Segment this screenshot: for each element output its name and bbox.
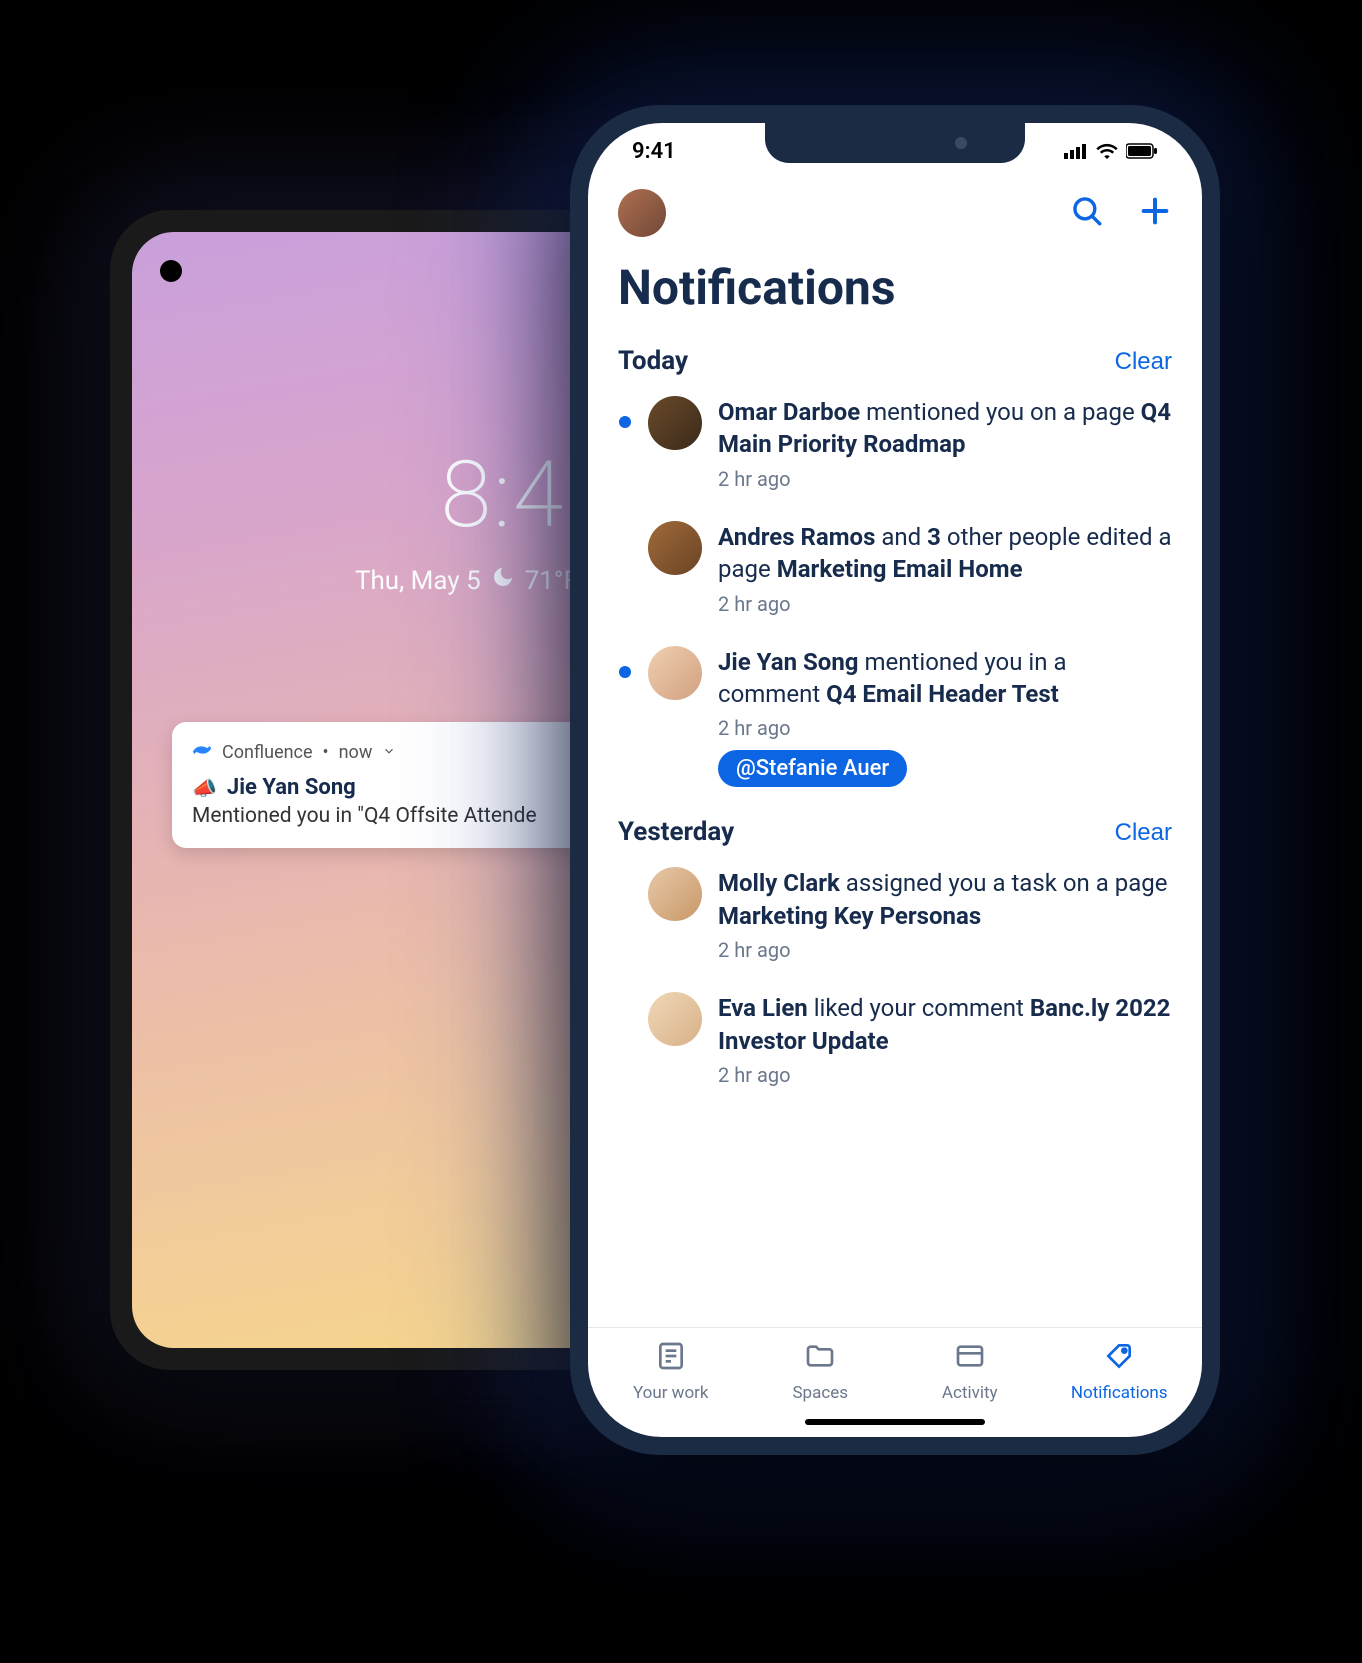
tag-icon bbox=[1103, 1340, 1135, 1377]
cellular-signal-icon bbox=[1064, 143, 1088, 159]
push-title: Jie Yan Song bbox=[227, 775, 356, 800]
tab-activity[interactable]: Activity bbox=[895, 1340, 1045, 1403]
lockscreen-date: Thu, May 5 bbox=[355, 566, 481, 596]
chevron-down-icon bbox=[382, 742, 396, 763]
clear-yesterday-button[interactable]: Clear bbox=[1115, 819, 1172, 847]
notification-item[interactable]: Jie Yan Song mentioned you in a comment … bbox=[618, 646, 1172, 788]
notification-time: 2 hr ago bbox=[718, 467, 1172, 491]
notification-item[interactable]: Eva Lien liked your comment Banc.ly 2022… bbox=[618, 992, 1172, 1087]
battery-icon bbox=[1126, 143, 1158, 159]
notification-text: Jie Yan Song mentioned you in a comment … bbox=[718, 646, 1172, 711]
avatar bbox=[648, 867, 702, 921]
megaphone-icon: 📣 bbox=[192, 776, 217, 800]
mention-pill[interactable]: @Stefanie Auer bbox=[718, 750, 907, 787]
notification-target: Marketing Key Personas bbox=[718, 902, 981, 930]
create-plus-icon[interactable] bbox=[1138, 194, 1172, 232]
notification-target: Q4 Email Header Test bbox=[826, 680, 1059, 708]
tab-label: Activity bbox=[942, 1383, 998, 1403]
notification-actor: Omar Darboe bbox=[718, 398, 860, 426]
tab-spaces[interactable]: Spaces bbox=[746, 1340, 896, 1403]
browser-icon bbox=[954, 1340, 986, 1377]
notification-text: Eva Lien liked your comment Banc.ly 2022… bbox=[718, 992, 1172, 1057]
notification-mid: mentioned you on a page bbox=[860, 398, 1140, 426]
page-title: Notifications bbox=[588, 245, 1202, 340]
home-indicator[interactable] bbox=[805, 1419, 985, 1425]
search-icon[interactable] bbox=[1070, 194, 1104, 232]
moon-icon bbox=[491, 565, 515, 596]
notification-item[interactable]: Molly Clark assigned you a task on a pag… bbox=[618, 867, 1172, 962]
notification-text: Molly Clark assigned you a task on a pag… bbox=[718, 867, 1172, 932]
bottom-tab-bar: Your work Spaces Activity Notifications bbox=[588, 1327, 1202, 1409]
profile-avatar-button[interactable] bbox=[618, 189, 666, 237]
notification-text: Andres Ramos and 3 other people edited a… bbox=[718, 521, 1172, 586]
notification-actor: Jie Yan Song bbox=[718, 648, 859, 676]
document-icon bbox=[655, 1340, 687, 1377]
push-when: now bbox=[339, 742, 373, 763]
tab-label: Your work bbox=[633, 1383, 709, 1403]
notification-time: 2 hr ago bbox=[718, 716, 1172, 740]
tab-label: Notifications bbox=[1071, 1383, 1168, 1403]
notification-time: 2 hr ago bbox=[718, 938, 1172, 962]
iphone-device: 9:41 bbox=[570, 105, 1220, 1455]
notification-mid: and bbox=[875, 523, 927, 551]
push-app-name: Confluence bbox=[222, 742, 313, 763]
android-camera-hole bbox=[160, 260, 182, 282]
iphone-notch bbox=[765, 123, 1025, 163]
tab-your-work[interactable]: Your work bbox=[596, 1340, 746, 1403]
section-title-yesterday: Yesterday bbox=[618, 817, 734, 847]
avatar bbox=[648, 646, 702, 700]
unread-dot-icon bbox=[619, 416, 631, 428]
avatar bbox=[648, 396, 702, 450]
notification-mid: liked your comment bbox=[808, 994, 1030, 1022]
app-header bbox=[588, 179, 1202, 245]
clear-today-button[interactable]: Clear bbox=[1115, 348, 1172, 376]
push-bullet: • bbox=[323, 742, 329, 763]
status-time: 9:41 bbox=[632, 139, 676, 164]
notification-actor: Andres Ramos bbox=[718, 523, 875, 551]
section-title-today: Today bbox=[618, 346, 688, 376]
tab-label: Spaces bbox=[792, 1383, 848, 1403]
notification-count: 3 bbox=[927, 523, 941, 551]
section-header-today: Today Clear bbox=[618, 346, 1172, 376]
notification-time: 2 hr ago bbox=[718, 592, 1172, 616]
confluence-logo-icon bbox=[192, 740, 212, 765]
notification-text: Omar Darboe mentioned you on a page Q4 M… bbox=[718, 396, 1172, 461]
folder-icon bbox=[804, 1340, 836, 1377]
section-header-yesterday: Yesterday Clear bbox=[618, 817, 1172, 847]
notification-actor: Eva Lien bbox=[718, 994, 808, 1022]
notification-time: 2 hr ago bbox=[718, 1063, 1172, 1087]
notifications-list[interactable]: Today Clear Omar Darboe mentioned you on… bbox=[588, 340, 1202, 1327]
avatar bbox=[648, 521, 702, 575]
notification-actor: Molly Clark bbox=[718, 869, 840, 897]
unread-dot-icon bbox=[619, 666, 631, 678]
wifi-icon bbox=[1096, 143, 1118, 159]
notification-item[interactable]: Omar Darboe mentioned you on a page Q4 M… bbox=[618, 396, 1172, 491]
iphone-screen: 9:41 bbox=[588, 123, 1202, 1437]
avatar bbox=[648, 992, 702, 1046]
notification-target: Marketing Email Home bbox=[777, 555, 1023, 583]
notification-mid: assigned you a task on a page bbox=[840, 869, 1168, 897]
notification-item[interactable]: Andres Ramos and 3 other people edited a… bbox=[618, 521, 1172, 616]
tab-notifications[interactable]: Notifications bbox=[1045, 1340, 1195, 1403]
